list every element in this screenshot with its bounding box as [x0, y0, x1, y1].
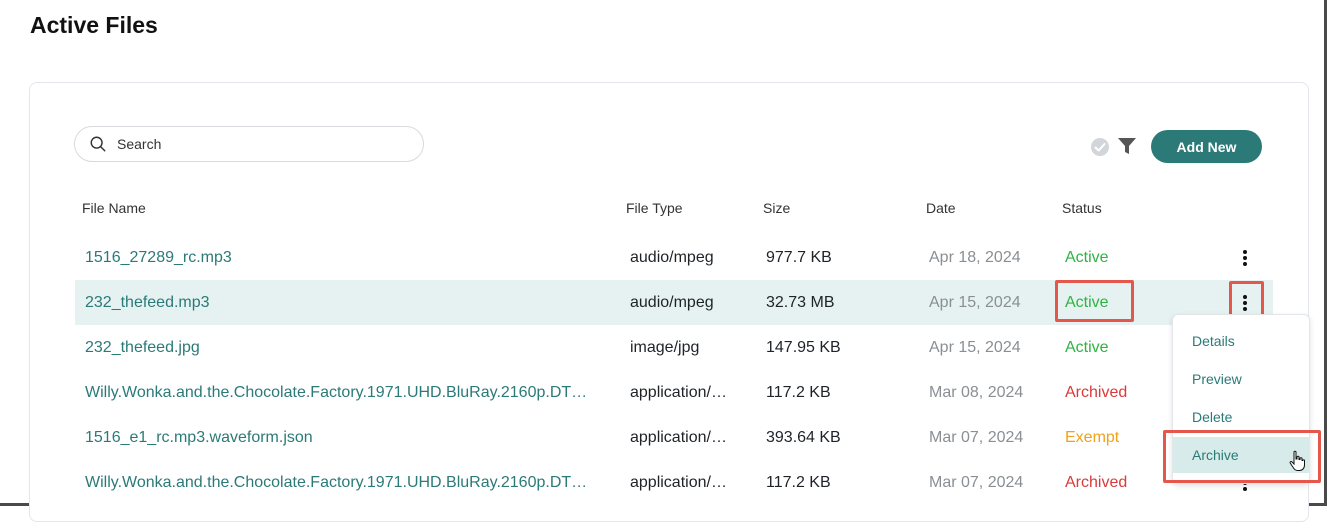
- status-badge: Active: [1065, 249, 1109, 266]
- header-file-type[interactable]: File Type: [626, 200, 683, 216]
- table-row[interactable]: 1516_e1_rc.mp3.waveform.json application…: [75, 415, 1273, 460]
- file-size: 393.64 KB: [766, 429, 841, 446]
- file-type: application/o…: [630, 474, 730, 491]
- file-name-link[interactable]: 232_thefeed.mp3: [85, 280, 610, 325]
- file-date: Apr 15, 2024: [929, 339, 1021, 356]
- status-badge: Active: [1065, 339, 1109, 356]
- table-row[interactable]: 232_thefeed.jpg image/jpg 147.95 KB Apr …: [75, 325, 1273, 370]
- file-size: 32.73 MB: [766, 294, 835, 311]
- header-status[interactable]: Status: [1062, 200, 1102, 216]
- file-name-link[interactable]: 1516_e1_rc.mp3.waveform.json: [85, 415, 610, 460]
- file-type: audio/mpeg: [630, 249, 714, 266]
- file-size: 117.2 KB: [766, 384, 831, 401]
- file-type: application/js…: [630, 429, 730, 446]
- check-circle-icon[interactable]: [1090, 137, 1110, 157]
- header-file-name[interactable]: File Name: [82, 200, 146, 216]
- menu-item-preview[interactable]: Preview: [1173, 361, 1309, 397]
- file-name-link[interactable]: Willy.Wonka.and.the.Chocolate.Factory.19…: [85, 370, 610, 415]
- file-name-link[interactable]: 232_thefeed.jpg: [85, 325, 610, 370]
- filter-icon[interactable]: [1116, 135, 1138, 157]
- menu-item-details[interactable]: Details: [1173, 323, 1309, 359]
- status-badge: Archived: [1065, 384, 1128, 401]
- page-title: Active Files: [30, 12, 158, 38]
- table-row[interactable]: Willy.Wonka.and.the.Chocolate.Factory.19…: [75, 460, 1273, 505]
- file-date: Mar 08, 2024: [929, 384, 1024, 401]
- file-type: image/jpg: [630, 339, 700, 356]
- header-date[interactable]: Date: [926, 200, 956, 216]
- search-input[interactable]: [115, 135, 399, 153]
- file-size: 977.7 KB: [766, 249, 832, 266]
- file-date: Mar 07, 2024: [929, 429, 1024, 446]
- table-row[interactable]: 1516_27289_rc.mp3 audio/mpeg 977.7 KB Ap…: [75, 235, 1273, 280]
- file-size: 147.95 KB: [766, 339, 841, 356]
- table-row[interactable]: Willy.Wonka.and.the.Chocolate.Factory.19…: [75, 370, 1273, 415]
- add-new-button[interactable]: Add New: [1151, 130, 1262, 163]
- status-highlight-box: [1055, 280, 1134, 322]
- hand-cursor-icon: [1289, 450, 1305, 471]
- search-box[interactable]: [74, 126, 424, 162]
- file-date: Apr 15, 2024: [929, 294, 1021, 311]
- search-icon: [90, 136, 106, 152]
- file-date: Apr 18, 2024: [929, 249, 1021, 266]
- more-actions-icon[interactable]: [1235, 246, 1255, 270]
- file-type: audio/mpeg: [630, 294, 714, 311]
- file-name-link[interactable]: Willy.Wonka.and.the.Chocolate.Factory.19…: [85, 460, 610, 505]
- file-size: 117.2 KB: [766, 474, 831, 491]
- file-type: application/o…: [630, 384, 730, 401]
- file-name-link[interactable]: 1516_27289_rc.mp3: [85, 235, 610, 280]
- header-size[interactable]: Size: [763, 200, 790, 216]
- file-date: Mar 07, 2024: [929, 474, 1024, 491]
